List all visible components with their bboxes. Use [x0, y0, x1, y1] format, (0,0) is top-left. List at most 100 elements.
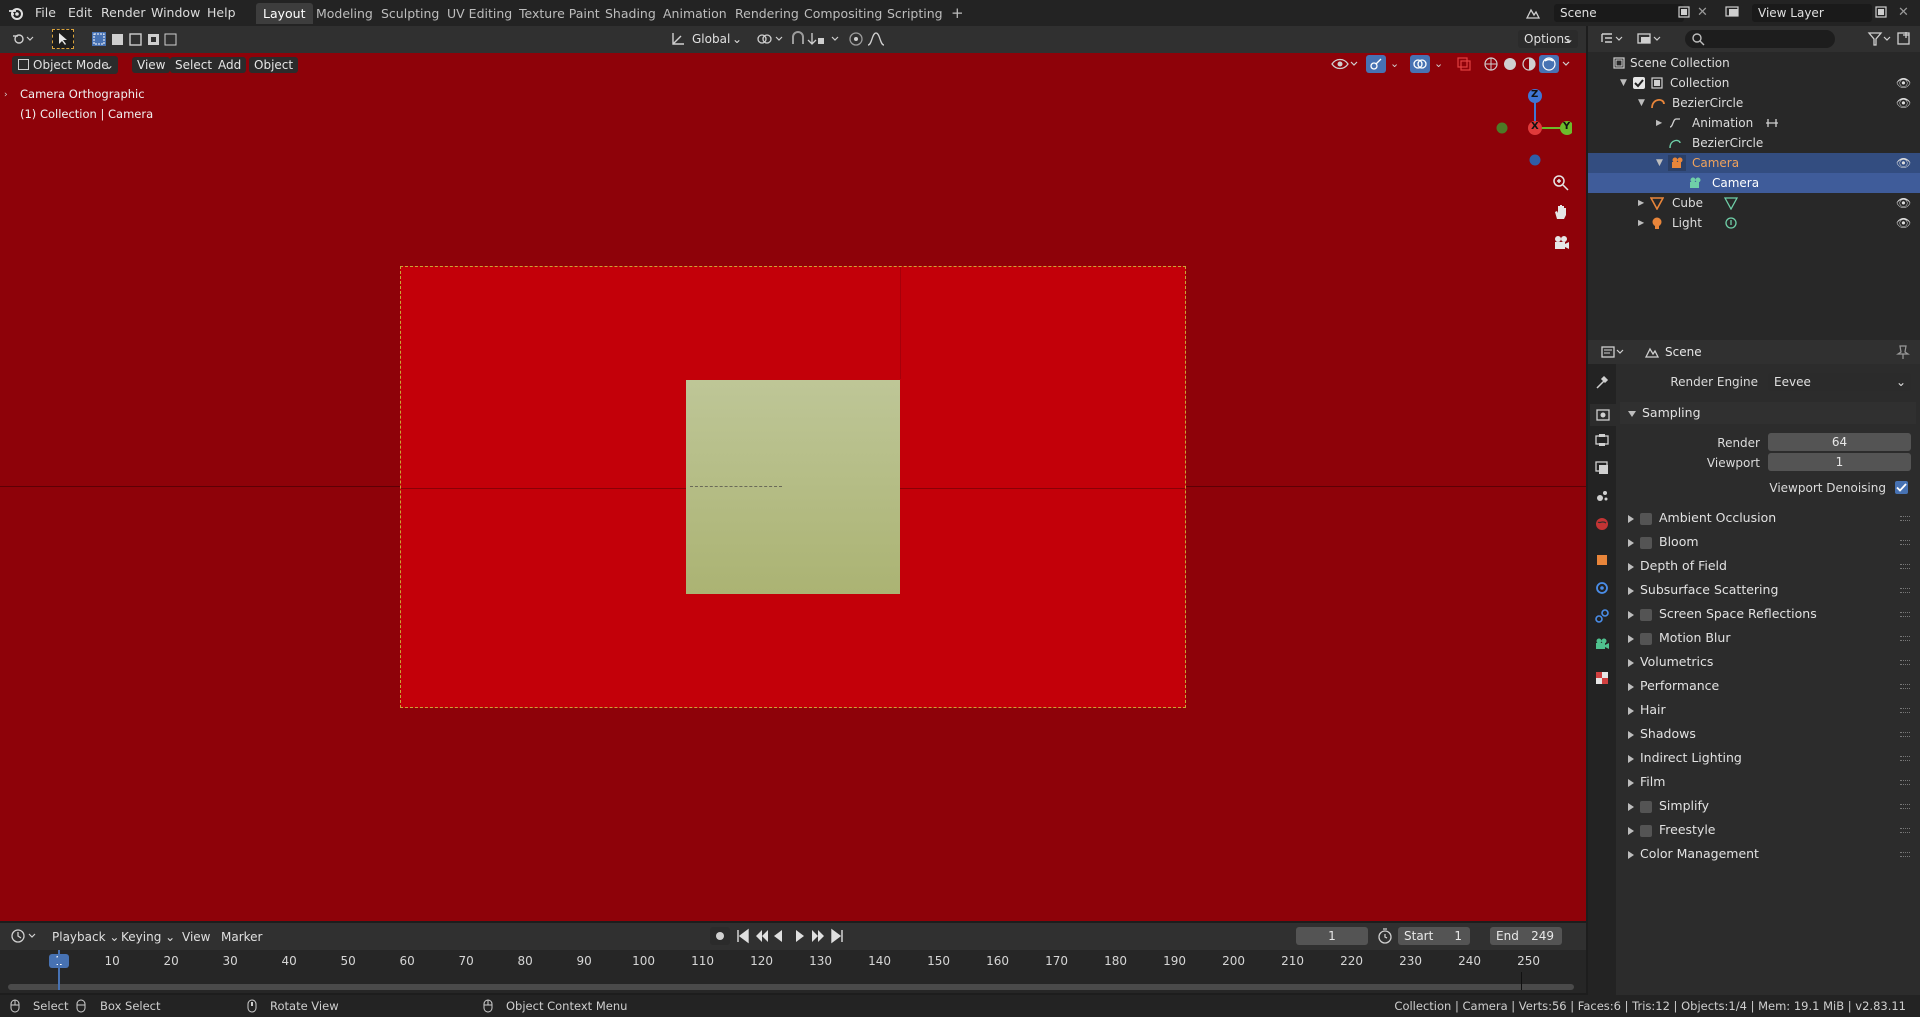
outliner-row-animation[interactable]: ▶ Animation: [1588, 113, 1920, 133]
chevron-down-icon[interactable]: ⌄: [1390, 57, 1399, 70]
panel-drag-handle[interactable]: [1900, 804, 1910, 809]
timeline-menu-view[interactable]: View: [182, 930, 210, 944]
output-tab-icon[interactable]: [1594, 432, 1610, 448]
tab-modeling[interactable]: Modeling: [309, 3, 380, 24]
mode-dropdown[interactable]: Object Mode ⌄: [12, 56, 118, 74]
view-layer-field[interactable]: View Layer: [1752, 4, 1872, 22]
tab-rendering[interactable]: Rendering: [728, 3, 806, 24]
tab-sculpting[interactable]: Sculpting: [374, 3, 446, 24]
view-layer-icon[interactable]: [1725, 5, 1741, 19]
new-collection-icon[interactable]: [1896, 31, 1912, 47]
record-icon[interactable]: [710, 927, 730, 945]
constraints-tab-icon[interactable]: [1594, 608, 1610, 624]
outliner-editor-type-icon[interactable]: [1600, 31, 1624, 47]
navigation-gizmo[interactable]: Z Y X: [1490, 86, 1572, 166]
panel-ambient-occlusion[interactable]: Ambient Occlusion: [1620, 507, 1916, 529]
panel-color-management[interactable]: Color Management: [1620, 843, 1916, 865]
panel-drag-handle[interactable]: [1900, 564, 1910, 569]
transform-orientation-dropdown[interactable]: Global ⌄: [686, 30, 746, 48]
outliner-row-camera[interactable]: ▼ Camera 👁: [1588, 153, 1920, 173]
panel-bloom[interactable]: Bloom: [1620, 531, 1916, 553]
panel-freestyle[interactable]: Freestyle: [1620, 819, 1916, 841]
new-scene-icon[interactable]: [1677, 5, 1691, 19]
panel-drag-handle[interactable]: [1900, 756, 1910, 761]
stopwatch-icon[interactable]: [1377, 928, 1393, 944]
menu-window[interactable]: Window: [151, 5, 200, 20]
expand-arrow-icon[interactable]: ▶: [1638, 213, 1644, 233]
panel-simplify[interactable]: Simplify: [1620, 795, 1916, 817]
panel-indirect-lighting[interactable]: Indirect Lighting: [1620, 747, 1916, 769]
texture-tab-icon[interactable]: [1594, 670, 1610, 686]
editor-type-icon[interactable]: [12, 31, 34, 47]
outliner-row-cube[interactable]: ▶ Cube 👁: [1588, 193, 1920, 213]
panel-film[interactable]: Film: [1620, 771, 1916, 793]
filter-icon[interactable]: [1867, 31, 1893, 47]
expand-arrow-icon[interactable]: ▶: [1656, 113, 1662, 133]
properties-editor-type-icon[interactable]: [1600, 344, 1626, 360]
menu-render[interactable]: Render: [101, 5, 146, 20]
toolbar-expand-icon[interactable]: ›: [4, 90, 8, 100]
viewport-menu-view[interactable]: View: [132, 57, 171, 73]
outliner-row-collection[interactable]: ▼ Collection 👁: [1588, 73, 1920, 93]
camera-data-tab-icon[interactable]: [1594, 636, 1610, 652]
expand-arrow-icon[interactable]: ▼: [1620, 73, 1627, 93]
end-frame-field[interactable]: End 249: [1490, 927, 1562, 945]
expand-arrow-icon[interactable]: ▶: [1638, 193, 1644, 213]
tab-layout[interactable]: Layout: [256, 3, 313, 24]
expand-arrow-icon[interactable]: ▼: [1656, 153, 1663, 173]
visibility-icon[interactable]: [1330, 56, 1358, 72]
render-engine-dropdown[interactable]: Eevee ⌄: [1768, 373, 1911, 391]
chevron-down-icon[interactable]: ⌄: [1434, 57, 1443, 70]
new-view-layer-icon[interactable]: [1874, 5, 1888, 19]
proportional-editing-icon[interactable]: [848, 30, 896, 48]
panel-shadows[interactable]: Shadows: [1620, 723, 1916, 745]
menu-edit[interactable]: Edit: [68, 5, 92, 20]
eye-icon[interactable]: 👁: [1896, 153, 1911, 173]
select-tool-icon[interactable]: [52, 29, 74, 49]
panel-enable-checkbox[interactable]: [1640, 512, 1652, 525]
playback-controls[interactable]: [736, 927, 850, 945]
tab-scripting[interactable]: Scripting: [880, 3, 950, 24]
scene-icon[interactable]: [1525, 5, 1541, 21]
expand-arrow-icon[interactable]: ▼: [1638, 93, 1645, 113]
menu-file[interactable]: File: [35, 5, 56, 20]
menu-help[interactable]: Help: [207, 5, 236, 20]
tab-animation[interactable]: Animation: [656, 3, 734, 24]
panel-drag-handle[interactable]: [1900, 588, 1910, 593]
xray-toggle-icon[interactable]: [1457, 57, 1471, 71]
timeline-menu-marker[interactable]: Marker: [221, 930, 262, 944]
viewport-denoising-checkbox[interactable]: [1895, 481, 1908, 494]
timeline-ruler[interactable]: 1102030405060708090100110120130140150160…: [0, 950, 1586, 972]
pin-icon[interactable]: [1896, 344, 1910, 360]
add-workspace-button[interactable]: +: [944, 3, 971, 24]
current-frame-field[interactable]: 1: [1296, 927, 1368, 945]
shading-mode-buttons[interactable]: [1482, 55, 1572, 73]
panel-volumetrics[interactable]: Volumetrics: [1620, 651, 1916, 673]
panel-drag-handle[interactable]: [1900, 660, 1910, 665]
view-layer-tab-icon[interactable]: [1594, 460, 1610, 476]
snap-icon[interactable]: [790, 30, 842, 48]
outliner-row-beziercircle-data[interactable]: BezierCircle: [1588, 133, 1920, 153]
panel-enable-checkbox[interactable]: [1640, 824, 1652, 837]
selection-mode-buttons[interactable]: [91, 31, 177, 47]
playhead-line[interactable]: [58, 950, 60, 990]
viewport-menu-object[interactable]: Object: [249, 57, 299, 73]
render-tab-icon[interactable]: [1590, 404, 1616, 426]
panel-drag-handle[interactable]: [1900, 612, 1910, 617]
camera-view-icon[interactable]: [1552, 234, 1570, 252]
panel-motion-blur[interactable]: Motion Blur: [1620, 627, 1916, 649]
eye-icon[interactable]: 👁: [1896, 73, 1911, 93]
gizmo-toggle-icon[interactable]: [1366, 55, 1386, 73]
physics-tab-icon[interactable]: [1594, 580, 1610, 596]
blender-logo-icon[interactable]: [8, 5, 24, 21]
object-tab-icon[interactable]: [1594, 552, 1610, 568]
panel-drag-handle[interactable]: [1900, 780, 1910, 785]
panel-screen-space-reflections[interactable]: Screen Space Reflections: [1620, 603, 1916, 625]
panel-subsurface-scattering[interactable]: Subsurface Scattering: [1620, 579, 1916, 601]
exclude-checkbox[interactable]: [1633, 77, 1645, 89]
panel-drag-handle[interactable]: [1900, 708, 1910, 713]
outliner-row-camera-data[interactable]: Camera: [1588, 173, 1920, 193]
scene-name-field[interactable]: Scene: [1554, 4, 1684, 22]
viewport-menu-select[interactable]: Select: [170, 57, 218, 73]
tab-compositing[interactable]: Compositing: [797, 3, 889, 24]
